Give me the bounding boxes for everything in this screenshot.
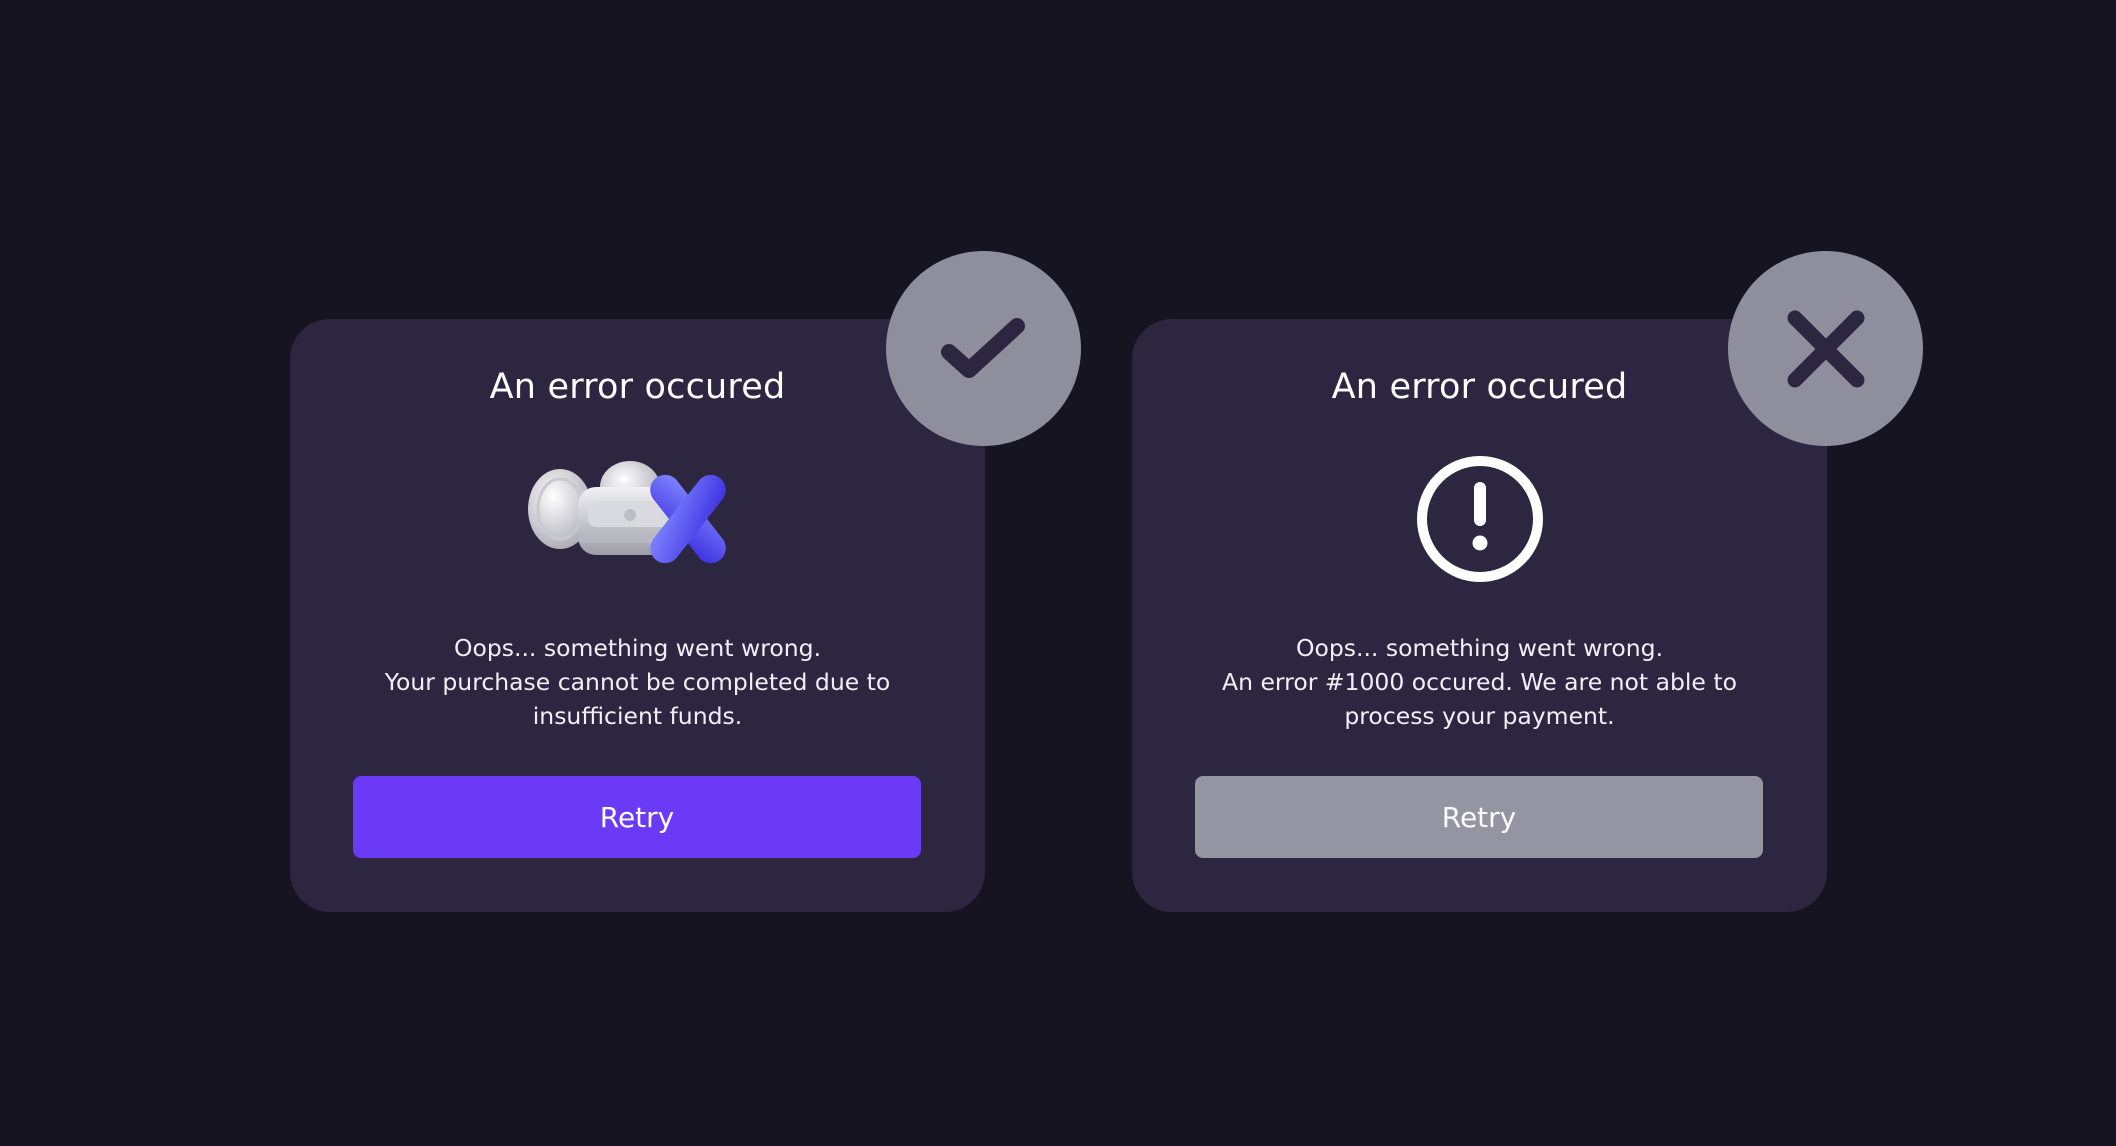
message-line: insufficient funds. — [532, 702, 743, 730]
retry-button[interactable]: Retry — [1195, 776, 1763, 858]
message-line: Oops... something went wrong. — [453, 634, 822, 662]
do-badge — [886, 251, 1081, 446]
message-line: process your payment. — [1344, 702, 1615, 730]
dialog-title: An error occured — [1331, 367, 1628, 407]
error-dialog-bad: An error occured Oops... something went … — [1132, 319, 1827, 912]
message-line: An error #1000 occured. We are not able … — [1222, 668, 1737, 696]
dialog-title: An error occured — [489, 367, 786, 407]
exclamation-circle-icon — [1410, 449, 1550, 593]
dialog-message: Oops... something went wrong. Your purch… — [330, 631, 945, 733]
wallet-coins-x-illustration — [518, 449, 758, 593]
message-line: Your purchase cannot be completed due to — [384, 668, 891, 696]
retry-button[interactable]: Retry — [353, 776, 921, 858]
error-dialog-good: An error occured Oops... something went … — [290, 319, 985, 912]
dont-badge — [1728, 251, 1923, 446]
cross-icon — [1787, 310, 1864, 387]
checkmark-icon — [940, 317, 1025, 378]
message-line: Oops... something went wrong. — [1295, 634, 1664, 662]
dialog-message: Oops... something went wrong. An error #… — [1172, 631, 1787, 733]
